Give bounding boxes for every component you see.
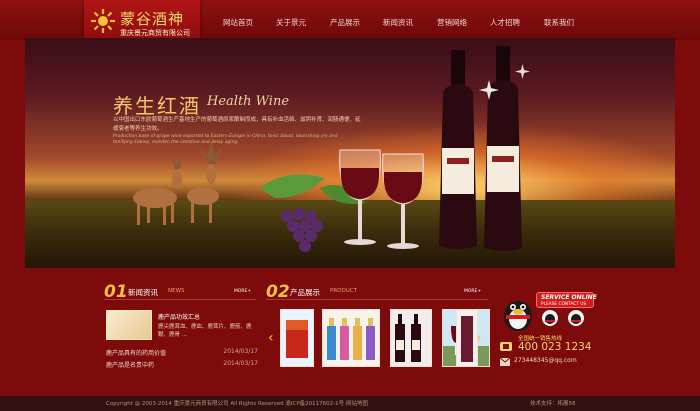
product-item[interactable] bbox=[322, 309, 380, 367]
news-feature-desc: 鹿尖鹿茸血、鹿血、鹿茸片、鹿筋、鹿鞭、鹿骨 ... bbox=[158, 324, 252, 338]
product-section-title: 产品展示 bbox=[290, 288, 320, 297]
news-more-link[interactable]: MORE+ bbox=[234, 289, 251, 294]
wine-bottles-illustration bbox=[439, 46, 530, 251]
hero-banner[interactable]: 养生红酒 Health Wine 以中国出口东欧葡萄酒生产基地生产的葡萄酒原浆酿… bbox=[25, 38, 675, 268]
news-item-date: 2014/03/17 bbox=[223, 360, 258, 367]
news-thumbnail[interactable] bbox=[106, 310, 152, 340]
nav-item-network[interactable]: 营销网络 bbox=[437, 17, 467, 28]
news-list: 鹿产品具有的药用价值 2014/03/17 鹿产品是名贵中药 2014/03/1… bbox=[106, 346, 258, 370]
product-image bbox=[281, 310, 313, 366]
header: 蒙谷酒神 重庆景元商贸有限公司 网站首页 关于景元 产品展示 新闻资讯 营销网络… bbox=[0, 0, 700, 46]
news-feature[interactable]: 鹿产品功效汇总 鹿尖鹿茸血、鹿血、鹿茸片、鹿筋、鹿鞭、鹿骨 ... bbox=[106, 310, 256, 344]
product-item[interactable] bbox=[280, 309, 314, 367]
list-item[interactable]: 鹿产品具有的药用价值 2014/03/17 bbox=[106, 346, 258, 358]
service-online-badge[interactable]: SERVICE ONLINE PLEASE CONTACT US bbox=[536, 292, 597, 308]
nav-item-products[interactable]: 产品展示 bbox=[330, 17, 360, 28]
chevron-right-icon[interactable]: › bbox=[476, 330, 486, 346]
news-section-header: 01 新闻资讯 NEWS MORE+ bbox=[104, 282, 254, 302]
footer-copyright: Copyright @ 2003-2014 重庆景元商贸有限公司 All Rig… bbox=[106, 401, 368, 407]
qq-penguin-icon[interactable] bbox=[500, 292, 536, 332]
service-title: SERVICE ONLINE bbox=[541, 294, 597, 301]
nav-item-jobs[interactable]: 人才招聘 bbox=[490, 17, 520, 28]
brand-name: 蒙谷酒神 bbox=[120, 10, 185, 28]
list-item[interactable]: 鹿产品是名贵中药 2014/03/17 bbox=[106, 358, 258, 370]
main-nav: 网站首页 关于景元 产品展示 新闻资讯 营销网络 人才招聘 联系我们 bbox=[210, 17, 590, 29]
contact-panel: SERVICE ONLINE PLEASE CONTACT US 全国统一销售热… bbox=[496, 290, 606, 380]
product-item[interactable] bbox=[390, 309, 432, 367]
news-item-date: 2014/03/17 bbox=[223, 348, 258, 355]
sun-logo-icon bbox=[91, 9, 115, 33]
chevron-left-icon[interactable]: ‹ bbox=[268, 330, 278, 346]
news-feature-title[interactable]: 鹿产品功效汇总 bbox=[158, 312, 200, 321]
product-image bbox=[457, 310, 477, 366]
product-section-title-en: PRODUCT bbox=[330, 288, 357, 294]
qq-chat-icon[interactable] bbox=[568, 310, 584, 326]
nav-item-home[interactable]: 网站首页 bbox=[223, 17, 253, 28]
footer: Copyright @ 2003-2014 重庆景元商贸有限公司 All Rig… bbox=[0, 396, 700, 411]
banner-description-en: Production base of grape wine exported t… bbox=[113, 134, 338, 145]
nav-item-news[interactable]: 新闻资讯 bbox=[383, 17, 413, 28]
phone-icon bbox=[500, 342, 512, 351]
news-item-title[interactable]: 鹿产品是名贵中药 bbox=[106, 360, 154, 369]
product-divider bbox=[266, 299, 488, 300]
company-name: 重庆景元商贸有限公司 bbox=[120, 29, 190, 37]
news-divider bbox=[104, 299, 256, 300]
banner-title-en: Health Wine bbox=[207, 94, 290, 109]
deer-illustration bbox=[133, 142, 223, 225]
news-section-title-en: NEWS bbox=[168, 288, 185, 294]
news-section-title: 新闻资讯 bbox=[128, 288, 158, 297]
service-subtitle: PLEASE CONTACT US bbox=[541, 302, 587, 307]
footer-tech-support[interactable]: 技术支持：拓展58 bbox=[530, 399, 576, 407]
nav-item-contact[interactable]: 联系我们 bbox=[544, 17, 574, 28]
product-item[interactable] bbox=[456, 309, 478, 367]
qq-chat-icon[interactable] bbox=[542, 310, 558, 326]
product-more-link[interactable]: MORE+ bbox=[464, 289, 481, 294]
product-image bbox=[391, 310, 431, 366]
news-item-title[interactable]: 鹿产品具有的药用价值 bbox=[106, 348, 166, 357]
product-image bbox=[323, 310, 379, 366]
nav-item-about[interactable]: 关于景元 bbox=[276, 17, 306, 28]
product-section-header: 02 产品展示 PRODUCT MORE+ bbox=[266, 282, 486, 302]
banner-description: 以中国出口东欧葡萄酒生产基地生产的葡萄酒原浆酿制而成，具有补血活络、滋阴补肾、润… bbox=[113, 117, 361, 132]
email-icon bbox=[500, 358, 510, 366]
banner-title: 养生红酒 bbox=[113, 94, 201, 118]
banner-illustration bbox=[133, 46, 530, 252]
hotline-number: 400 023 1234 bbox=[518, 341, 592, 353]
contact-email[interactable]: 273448345@qq.com bbox=[514, 357, 577, 364]
